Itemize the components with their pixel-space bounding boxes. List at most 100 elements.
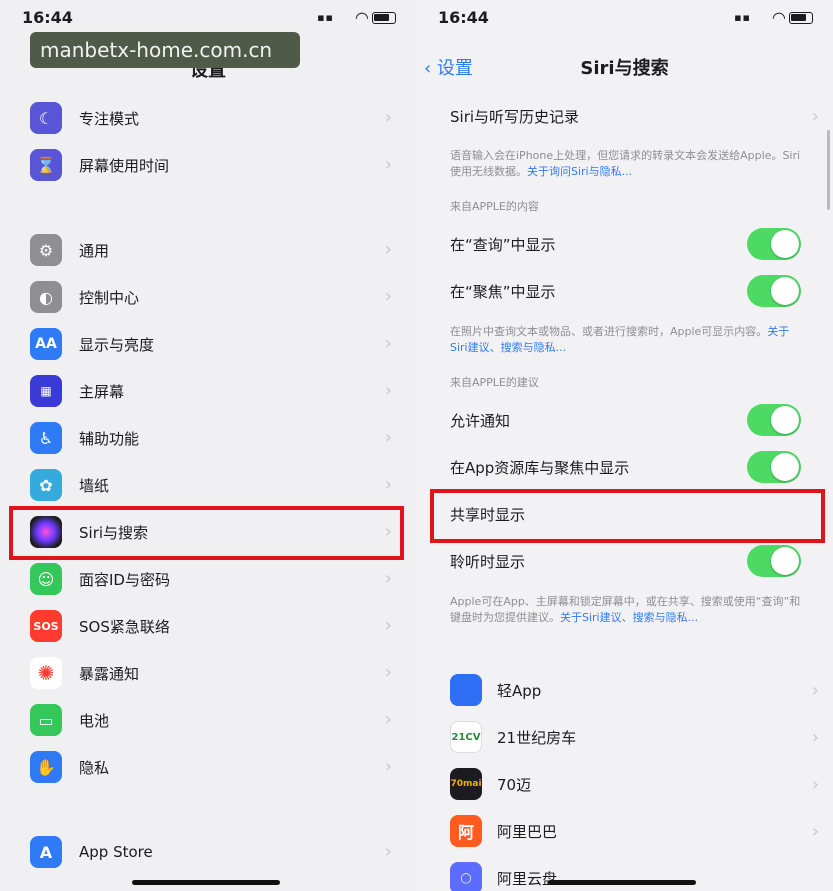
- toggle-switch-on[interactable]: [747, 275, 801, 307]
- app-label: 阿里云盘: [497, 869, 558, 888]
- chevron-right-icon: ›: [384, 107, 392, 128]
- accessibility-icon: ♿: [30, 422, 62, 454]
- status-bar: 16:44 ▪▪ ◠: [0, 8, 416, 30]
- settings-item-label: 通用: [79, 241, 110, 260]
- settings-item-label: App Store: [79, 843, 153, 861]
- toggle-switch-on[interactable]: [747, 228, 801, 260]
- battery-icon: ▭: [30, 704, 62, 736]
- app-label: 21世纪房车: [497, 728, 577, 747]
- privacy-link-3[interactable]: 关于Siri建议、搜索与隐私...: [560, 611, 698, 624]
- grid-icon: ▦: [30, 375, 62, 407]
- settings-item-label: SOS紧急联络: [79, 617, 170, 636]
- toggle-switch-on[interactable]: [747, 404, 801, 436]
- app-row-alibaba[interactable]: 阿 阿里巴巴 ›: [450, 813, 819, 849]
- settings-item-label: 屏幕使用时间: [79, 156, 170, 175]
- section-header-content: 来自APPLE的内容: [450, 200, 539, 213]
- settings-item-wallpaper[interactable]: ✿ 墙纸 ›: [30, 466, 392, 504]
- app-label: 阿里巴巴: [497, 822, 558, 841]
- hourglass-icon: ⌛: [30, 149, 62, 181]
- faceid-icon: ☺: [30, 563, 62, 595]
- chevron-right-icon: ›: [384, 286, 392, 307]
- hand-icon: ✋: [30, 751, 62, 783]
- settings-item-label: 暴露通知: [79, 664, 140, 683]
- appstore-icon: A: [30, 836, 62, 868]
- app-row-70mai[interactable]: 70mai 70迈 ›: [450, 766, 819, 802]
- toggles-icon: ◐: [30, 281, 62, 313]
- page-title: Siri与搜索: [580, 58, 669, 79]
- home-indicator: [132, 880, 280, 885]
- settings-item-general[interactable]: ⚙ 通用 ›: [30, 231, 392, 269]
- settings-item-label: 面容ID与密码: [79, 570, 170, 589]
- settings-item-app-store[interactable]: A App Store ›: [30, 833, 392, 871]
- battery-status-icon: [372, 12, 396, 24]
- settings-item-label: 隐私: [79, 758, 110, 777]
- settings-item-face-id[interactable]: ☺ 面容ID与密码 ›: [30, 560, 392, 598]
- toggle-switch-on[interactable]: [747, 451, 801, 483]
- screenshot-composite: 16:44 ▪▪ ◠ manbetx-home.com.cn 设置 ☾ 专注模式…: [0, 0, 833, 891]
- sos-icon: SOS: [30, 610, 62, 642]
- chevron-right-icon: ›: [384, 380, 392, 401]
- toggle-label: 在“查询”中显示: [450, 235, 556, 254]
- settings-item-sos[interactable]: SOS SOS紧急联络 ›: [30, 607, 392, 645]
- gear-icon: ⚙: [30, 234, 62, 266]
- settings-item-label: 电池: [79, 711, 110, 730]
- chevron-right-icon: ›: [384, 756, 392, 777]
- toggle-row-lookup: 在“查询”中显示: [450, 226, 801, 262]
- settings-item-battery[interactable]: ▭ 电池 ›: [30, 701, 392, 739]
- siri-search-pane: 16:44 ▪▪ ◠ ‹ 设置 Siri与搜索 Siri与听写历史记录 › 语音…: [416, 0, 833, 891]
- status-time: 16:44: [438, 8, 489, 27]
- flower-icon: ✿: [30, 469, 62, 501]
- toggle-row-notifications: 允许通知: [450, 402, 801, 438]
- settings-pane: 16:44 ▪▪ ◠ manbetx-home.com.cn 设置 ☾ 专注模式…: [0, 0, 416, 891]
- scrollbar[interactable]: [827, 130, 830, 210]
- settings-item-accessibility[interactable]: ♿ 辅助功能 ›: [30, 419, 392, 457]
- app-row-21cv[interactable]: 21CV 21世纪房车 ›: [450, 719, 819, 755]
- chevron-right-icon: ›: [811, 106, 819, 127]
- alibaba-icon: 阿: [450, 815, 482, 847]
- settings-item-privacy[interactable]: ✋ 隐私 ›: [30, 748, 392, 786]
- settings-item-label: 辅助功能: [79, 429, 140, 448]
- signal-icon: ▪▪: [734, 11, 751, 24]
- settings-item-screen-time[interactable]: ⌛ 屏幕使用时间 ›: [30, 146, 392, 184]
- toggle-row-spotlight: 在“聚焦”中显示: [450, 273, 801, 309]
- settings-item-label: 墙纸: [79, 476, 110, 495]
- nav-bar: ‹ 设置 Siri与搜索: [416, 54, 833, 80]
- rv21-icon: 21CV: [450, 721, 482, 753]
- chevron-right-icon: ›: [811, 774, 819, 795]
- chevron-right-icon: ›: [384, 709, 392, 730]
- note-text: 在照片中查询文本或物品、或者进行搜索时，Apple可显示内容。: [450, 325, 768, 338]
- status-time: 16:44: [22, 8, 73, 27]
- settings-item-focus[interactable]: ☾ 专注模式 ›: [30, 99, 392, 137]
- privacy-link-1[interactable]: 关于询问Siri与隐私...: [527, 165, 632, 178]
- settings-item-exposure[interactable]: ✺ 暴露通知 ›: [30, 654, 392, 692]
- app-label: 轻App: [497, 681, 542, 700]
- settings-item-control-center[interactable]: ◐ 控制中心 ›: [30, 278, 392, 316]
- chevron-right-icon: ›: [811, 680, 819, 701]
- app-row-light-app[interactable]: 轻App ›: [450, 672, 819, 708]
- toggle-label: 在“聚焦”中显示: [450, 282, 556, 301]
- settings-item-home-screen[interactable]: ▦ 主屏幕 ›: [30, 372, 392, 410]
- chevron-right-icon: ›: [384, 239, 392, 260]
- chevron-right-icon: ›: [384, 662, 392, 683]
- section-header-suggestions: 来自APPLE的建议: [450, 376, 539, 389]
- privacy-note-1: 语音输入会在iPhone上处理，但您请求的转录文本会发送给Apple。Siri使…: [450, 148, 801, 180]
- app-label: 70迈: [497, 775, 532, 794]
- app-row-aliyun[interactable]: ◯ 阿里云盘: [450, 860, 801, 891]
- settings-item-label: 专注模式: [79, 109, 140, 128]
- siri-history-row[interactable]: Siri与听写历史记录 ›: [450, 98, 819, 134]
- chevron-right-icon: ›: [384, 154, 392, 175]
- home-indicator: [548, 880, 696, 885]
- signal-icon: ▪▪: [317, 11, 334, 24]
- moon-icon: ☾: [30, 102, 62, 134]
- settings-item-display[interactable]: AA 显示与亮度 ›: [30, 325, 392, 363]
- chevron-right-icon: ›: [384, 568, 392, 589]
- chevron-right-icon: ›: [384, 333, 392, 354]
- wifi-icon: ◠: [355, 8, 368, 27]
- settings-item-label: 主屏幕: [79, 382, 125, 401]
- chevron-right-icon: ›: [384, 841, 392, 862]
- toggle-switch-on[interactable]: [747, 545, 801, 577]
- privacy-note-3: Apple可在App、主屏幕和锁定屏幕中，或在共享、搜索或使用“查询”和键盘时为…: [450, 594, 801, 626]
- siri-history-label: Siri与听写历史记录: [450, 107, 580, 126]
- light-app-icon: [450, 674, 482, 706]
- settings-item-label: 显示与亮度: [79, 335, 155, 354]
